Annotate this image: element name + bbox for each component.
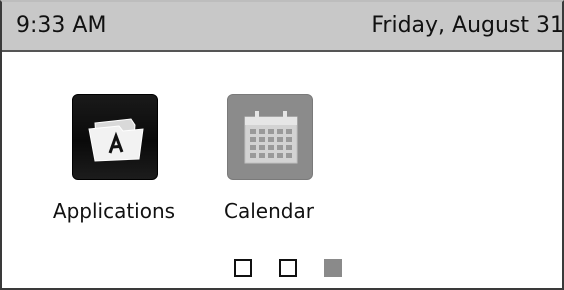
page-dot-3-active[interactable] [324, 259, 342, 277]
app-calendar[interactable]: Calendar [184, 94, 354, 234]
calendar-icon-graphic [244, 111, 298, 164]
app-applications[interactable]: Applications [29, 94, 199, 234]
page-dot-1[interactable] [234, 259, 252, 277]
status-time: 9:33 AM [16, 13, 107, 38]
page-dot-2[interactable] [279, 259, 297, 277]
app-label: Calendar [224, 199, 314, 223]
folder-a-icon[interactable] [72, 94, 158, 180]
phone-screen: 9:33 AM Friday, August 31 Applications C… [0, 0, 564, 290]
app-label: Applications [52, 199, 176, 223]
status-date: Friday, August 31 [371, 13, 564, 38]
calendar-icon[interactable] [227, 94, 313, 180]
folder-a-icon-graphic [88, 118, 144, 162]
status-bar: 9:33 AM Friday, August 31 [2, 2, 564, 52]
